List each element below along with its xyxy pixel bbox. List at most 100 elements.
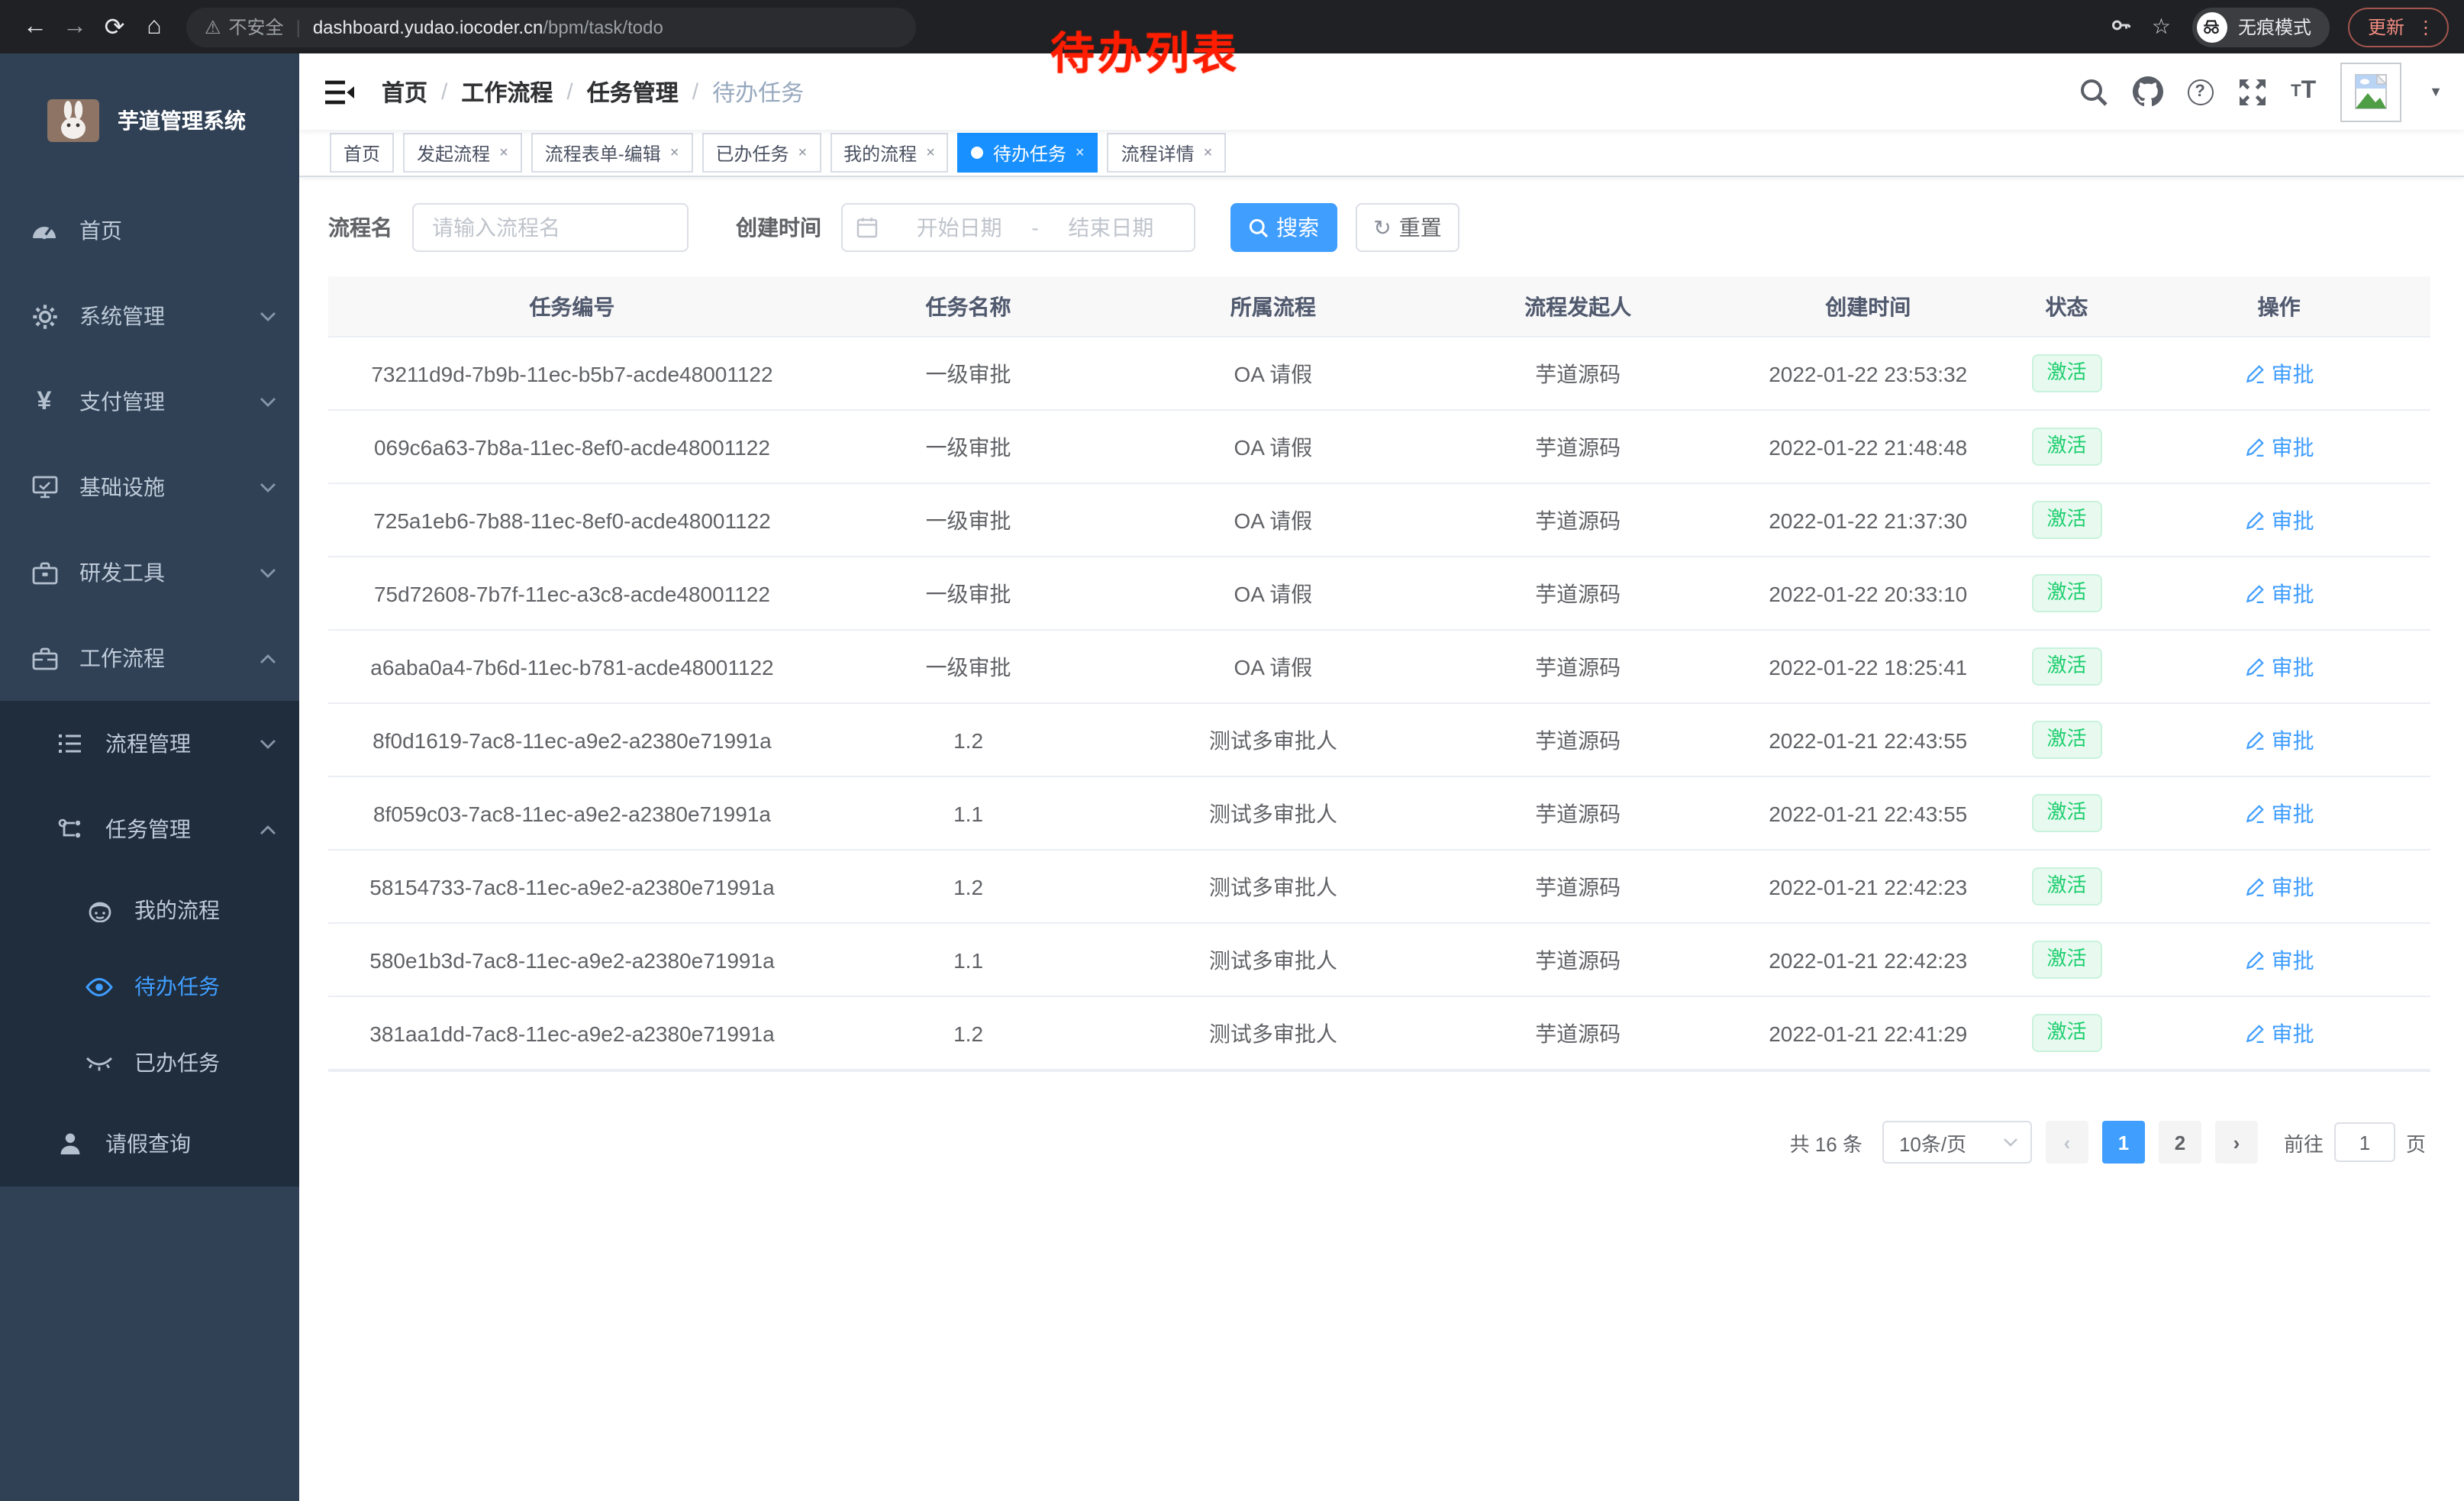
bookmark-star-icon[interactable]: ☆ [2152, 14, 2171, 40]
caret-down-icon[interactable]: ▼ [2429, 84, 2443, 99]
approve-button[interactable]: 审批 [2244, 798, 2314, 828]
column-header: 状态 [2006, 291, 2128, 321]
next-icon: › [2233, 1131, 2240, 1154]
browser-home-icon[interactable]: ⌂ [134, 7, 174, 47]
sidebar: 芋道管理系统 首页 系统管理 ¥ [0, 53, 299, 1501]
approve-button[interactable]: 审批 [2244, 578, 2314, 608]
tags-view: 首页 发起流程 × 流程表单-编辑 × 已办任务 × 我的流程 × [299, 130, 2464, 177]
task-name: 1.2 [816, 728, 1121, 752]
date-range-picker[interactable]: 开始日期 - 结束日期 [841, 203, 1195, 252]
breadcrumb-level1[interactable]: 工作流程 [461, 76, 553, 108]
date-range-separator: - [1028, 215, 1041, 240]
close-icon[interactable]: × [1076, 144, 1085, 161]
end-date-placeholder[interactable]: 结束日期 [1042, 212, 1180, 243]
task-id: 73211d9d-7b9b-11ec-b5b7-acde48001122 [328, 361, 816, 386]
address-bar[interactable]: ⚠ 不安全 | dashboard.yudao.iocoder.cn/bpm/t… [186, 7, 916, 47]
tab-start-process[interactable]: 发起流程 × [403, 133, 522, 173]
sidebar-item-todo-task[interactable]: 待办任务 [0, 948, 299, 1025]
start-date-placeholder[interactable]: 开始日期 [890, 212, 1028, 243]
app-logo[interactable]: 芋道管理系统 [0, 53, 299, 188]
close-icon[interactable]: × [670, 144, 679, 161]
page-size-select[interactable]: 10条/页 [1882, 1121, 2032, 1164]
page-button-2[interactable]: 2 [2159, 1121, 2201, 1164]
tab-process-detail[interactable]: 流程详情 × [1108, 133, 1227, 173]
task-name: 一级审批 [816, 578, 1121, 608]
avatar[interactable] [2340, 62, 2401, 121]
sidebar-item-infra[interactable]: 基础设施 [0, 444, 299, 530]
breadcrumb-home[interactable]: 首页 [382, 76, 427, 108]
task-id: 8f0d1619-7ac8-11ec-a9e2-a2380e71991a [328, 728, 816, 752]
status-badge: 激活 [2031, 575, 2101, 612]
approve-button[interactable]: 审批 [2244, 1018, 2314, 1048]
approve-button[interactable]: 审批 [2244, 505, 2314, 535]
approve-button[interactable]: 审批 [2244, 725, 2314, 755]
breadcrumb: 首页 / 工作流程 / 任务管理 / 待办任务 [382, 76, 804, 108]
tab-done-task[interactable]: 已办任务 × [701, 133, 821, 173]
top-navbar: 首页 / 工作流程 / 任务管理 / 待办任务 ? [299, 53, 2464, 130]
fullscreen-icon[interactable] [2237, 77, 2266, 106]
tab-process-form-edit[interactable]: 流程表单-编辑 × [531, 133, 693, 173]
page-size-value: 10条/页 [1899, 1128, 1966, 1157]
approve-button[interactable]: 审批 [2244, 651, 2314, 682]
approve-label: 审批 [2272, 798, 2314, 828]
approve-button[interactable]: 审批 [2244, 431, 2314, 462]
process-name-input[interactable] [412, 203, 689, 252]
sidebar-item-system[interactable]: 系统管理 [0, 273, 299, 359]
sidebar-collapse-icon[interactable] [325, 79, 354, 105]
briefcase-icon [31, 647, 58, 670]
yen-icon: ¥ [31, 386, 58, 417]
browser-back-icon[interactable]: ← [15, 7, 55, 47]
goto-page-input[interactable] [2334, 1122, 2395, 1162]
page-button-1[interactable]: 1 [2102, 1121, 2145, 1164]
tab-label: 我的流程 [843, 140, 917, 166]
sidebar-item-workflow[interactable]: 工作流程 [0, 615, 299, 701]
sidebar-item-devtools[interactable]: 研发工具 [0, 530, 299, 615]
task-id: 8f059c03-7ac8-11ec-a9e2-a2380e71991a [328, 801, 816, 825]
browser-reload-icon[interactable]: ⟳ [95, 7, 134, 47]
sidebar-item-my-process[interactable]: 我的流程 [0, 872, 299, 948]
approve-button[interactable]: 审批 [2244, 944, 2314, 975]
sidebar-item-done-task[interactable]: 已办任务 [0, 1025, 299, 1101]
tab-home[interactable]: 首页 [330, 133, 394, 173]
next-page-button[interactable]: › [2215, 1121, 2258, 1164]
tab-my-process[interactable]: 我的流程 × [830, 133, 949, 173]
tab-todo-task[interactable]: 待办任务 × [958, 133, 1098, 173]
sidebar-item-task-mgmt[interactable]: 任务管理 [0, 786, 299, 872]
search-button[interactable]: 搜索 [1230, 203, 1337, 252]
password-key-icon[interactable] [2111, 13, 2133, 40]
sidebar-item-process-mgmt[interactable]: 流程管理 [0, 701, 299, 786]
broken-image-icon [2351, 72, 2391, 111]
close-icon[interactable]: × [798, 144, 807, 161]
help-icon[interactable]: ? [2187, 79, 2213, 105]
close-icon[interactable]: × [926, 144, 935, 161]
task-created: 2022-01-21 22:41:29 [1730, 1021, 2006, 1045]
status-badge: 激活 [2031, 428, 2101, 466]
incognito-label: 无痕模式 [2238, 14, 2311, 40]
sidebar-item-label: 支付管理 [79, 386, 165, 417]
chevron-down-icon [260, 396, 276, 407]
approve-button[interactable]: 审批 [2244, 871, 2314, 902]
reset-button[interactable]: ↻ 重置 [1356, 203, 1459, 252]
sidebar-item-payment[interactable]: ¥ 支付管理 [0, 359, 299, 444]
font-size-icon[interactable]: TT [2291, 78, 2316, 105]
breadcrumb-level2[interactable]: 任务管理 [587, 76, 679, 108]
sidebar-item-label: 已办任务 [134, 1047, 220, 1078]
browser-forward-icon[interactable]: → [55, 7, 95, 47]
search-icon[interactable] [2079, 77, 2108, 106]
browser-menu-icon[interactable]: ⋮ [2417, 16, 2435, 37]
sidebar-item-home[interactable]: 首页 [0, 188, 299, 273]
approve-button[interactable]: 审批 [2244, 358, 2314, 389]
github-icon[interactable] [2132, 76, 2162, 107]
close-icon[interactable]: × [499, 144, 508, 161]
table-row: 381aa1dd-7ac8-11ec-a9e2-a2380e71991a 1.2… [328, 997, 2430, 1070]
sidebar-item-label: 流程管理 [105, 728, 191, 759]
prev-page-button[interactable]: ‹ [2046, 1121, 2088, 1164]
gear-icon [31, 303, 58, 329]
browser-update-button[interactable]: 更新 ⋮ [2348, 7, 2449, 47]
user-icon [56, 1131, 84, 1156]
task-starter: 芋道源码 [1426, 798, 1730, 828]
close-icon[interactable]: × [1204, 144, 1213, 161]
edit-icon [2244, 583, 2266, 604]
sidebar-item-label: 待办任务 [134, 971, 220, 1002]
sidebar-item-leave-query[interactable]: 请假查询 [0, 1101, 299, 1186]
